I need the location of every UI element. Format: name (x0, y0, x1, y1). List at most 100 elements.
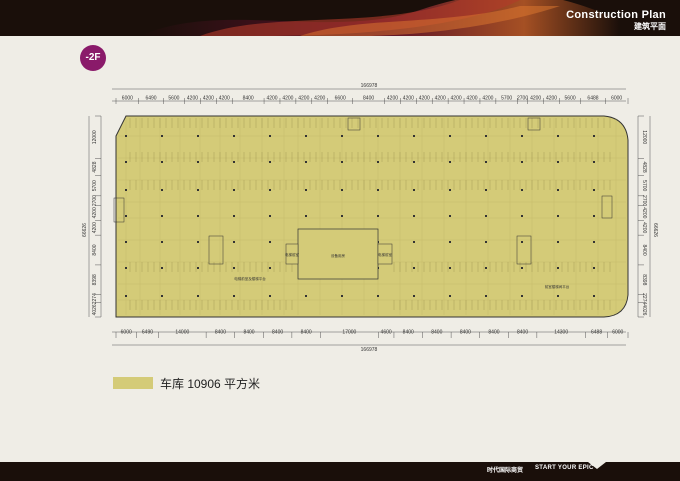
column (521, 215, 523, 217)
dim-label: 8400 (488, 330, 499, 336)
column (341, 215, 343, 217)
dim-label: 2700 (92, 195, 98, 206)
column (521, 241, 523, 243)
column (377, 215, 379, 217)
column (197, 161, 199, 163)
right-overall-dim: 66626 (652, 223, 658, 237)
dim-label: 6490 (145, 96, 156, 102)
floor-plan-drawing: 166978 6000 6490 5600 4200 4200 4200 8400 4200 4… (82, 83, 658, 353)
dim-label: 8400 (92, 244, 98, 255)
column (197, 241, 199, 243)
column (449, 135, 451, 137)
dim-label: 6488 (591, 330, 602, 336)
column (125, 295, 127, 297)
dim-label: 4200 (451, 96, 462, 102)
dim-label: 4200 (92, 222, 98, 233)
dim-label: 4026 (92, 304, 98, 315)
dim-label: 8400 (243, 330, 254, 336)
column (161, 189, 163, 191)
column (485, 295, 487, 297)
stair-right-label: 电梯前室 (378, 252, 392, 257)
dim-label: 8400 (403, 330, 414, 336)
column (413, 241, 415, 243)
dim-label: 12000 (92, 130, 98, 144)
column (197, 135, 199, 137)
dim-label: 4200 (419, 96, 430, 102)
column (485, 241, 487, 243)
column (125, 189, 127, 191)
left-overall-dim: 66626 (82, 223, 88, 237)
dim-label: 5600 (565, 96, 576, 102)
column (197, 295, 199, 297)
dim-label: 5700 (641, 180, 647, 191)
column (233, 189, 235, 191)
column (449, 215, 451, 217)
column (485, 267, 487, 269)
column (413, 215, 415, 217)
column (233, 241, 235, 243)
dim-label: 4200 (298, 96, 309, 102)
dim-label: 4200 (482, 96, 493, 102)
column (125, 267, 127, 269)
dim-label: 12000 (641, 130, 647, 144)
column (593, 215, 595, 217)
column (413, 189, 415, 191)
column (197, 215, 199, 217)
column (161, 267, 163, 269)
dim-label: 4200 (92, 207, 98, 218)
dim-label: 5600 (168, 96, 179, 102)
dim-label: 4600 (381, 330, 392, 336)
column (305, 295, 307, 297)
column (521, 267, 523, 269)
dim-label: 8400 (517, 330, 528, 336)
column (341, 135, 343, 137)
column (341, 189, 343, 191)
dim-label: 4828 (92, 161, 98, 172)
column (233, 135, 235, 137)
column (269, 161, 271, 163)
column (377, 189, 379, 191)
column (449, 161, 451, 163)
footer-notch (588, 462, 606, 469)
dim-label: 4200 (530, 96, 541, 102)
column (125, 241, 127, 243)
column (125, 161, 127, 163)
column (197, 267, 199, 269)
column (485, 135, 487, 137)
column (413, 161, 415, 163)
dim-label: 8398 (641, 274, 647, 285)
column (161, 161, 163, 163)
column (305, 135, 307, 137)
column (449, 295, 451, 297)
column (593, 295, 595, 297)
column (125, 215, 127, 217)
dim-label: 5700 (92, 180, 98, 191)
dim-label: 17000 (342, 330, 356, 336)
column (413, 295, 415, 297)
dim-label: 4200 (403, 96, 414, 102)
column (449, 267, 451, 269)
dim-label: 4200 (187, 96, 198, 102)
dim-label: 6000 (612, 330, 623, 336)
column (449, 241, 451, 243)
right-zone-label: 前室楼梯间平台 (545, 284, 570, 289)
column (521, 161, 523, 163)
dim-label: 8400 (460, 330, 471, 336)
column (557, 241, 559, 243)
dim-label: 4200 (314, 96, 325, 102)
column (593, 161, 595, 163)
stair-left-label: 电梯前室 (285, 252, 299, 257)
column (593, 267, 595, 269)
dim-label: 6600 (335, 96, 346, 102)
dim-label: 8400 (243, 96, 254, 102)
column (557, 267, 559, 269)
legend-label: 车库 10906 平方米 (160, 377, 261, 391)
column (557, 215, 559, 217)
footer-bar: 时代国际商贸 START YOUR EPIC (0, 462, 680, 481)
equipment-room-label: 设备用房 (331, 253, 345, 258)
dim-label: 14000 (175, 330, 189, 336)
right-dimension-column: 1200048285700270042004200840083982274402… (638, 115, 647, 318)
dim-label: 6000 (122, 96, 133, 102)
dim-label: 2700 (641, 195, 647, 206)
dim-label: 4200 (219, 96, 230, 102)
